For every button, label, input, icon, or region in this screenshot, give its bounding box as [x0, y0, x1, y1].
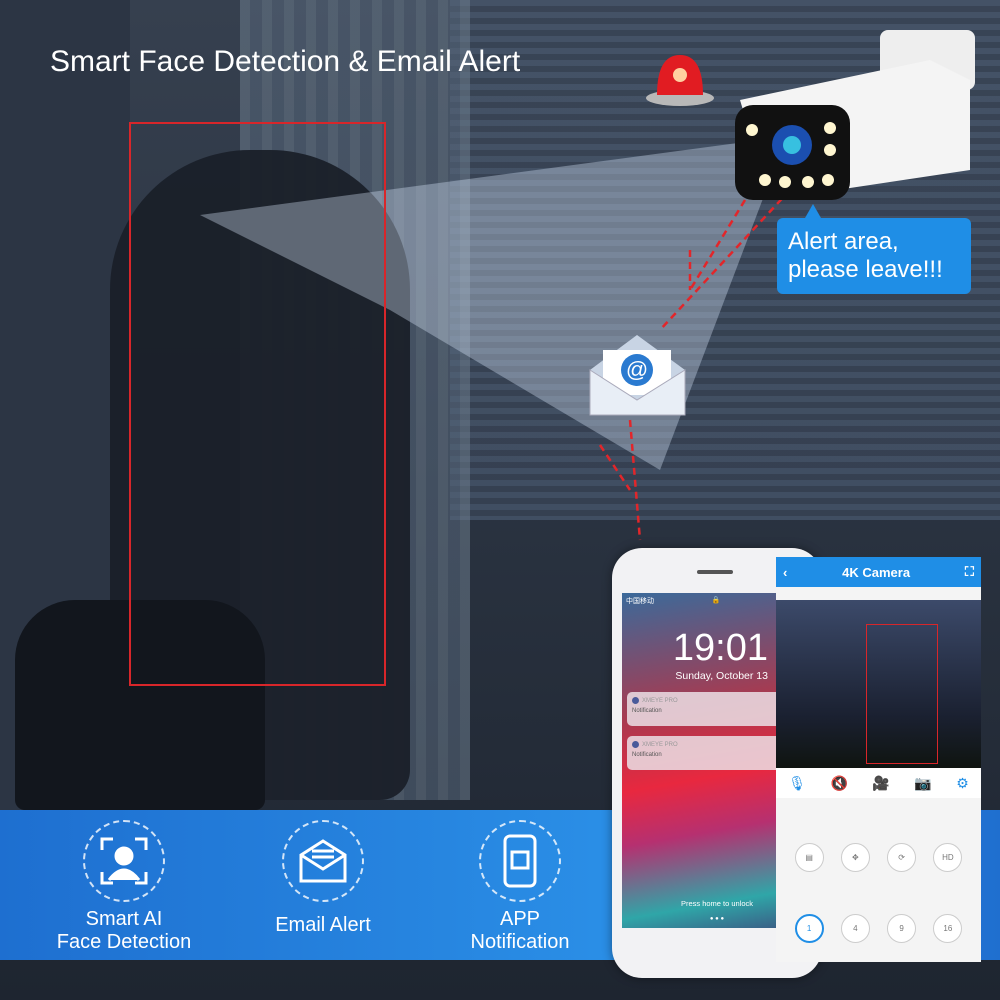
microphone-icon[interactable]: 🎙 [788, 775, 806, 792]
app-icon [632, 697, 639, 704]
app-header: ‹ 4K Camera ⛶ [776, 557, 981, 587]
lock-date: Sunday, October 13 [675, 670, 768, 682]
hd-icon[interactable]: HD [933, 843, 963, 872]
lock-screen: 中国移动 🔒 19:01 Sunday, October 13 XMEYE PRO… [622, 593, 782, 928]
feature-line-1: Email Alert [275, 914, 371, 936]
detection-box [866, 624, 938, 764]
camera-app-screen: ‹ 4K Camera ⛶ 🎙 🔇 🎥 📷 ⚙ ▤ ✥ ⟳ HD 1 4 9 1… [776, 557, 981, 962]
app-title: 4K Camera [842, 564, 911, 580]
split-9-button[interactable]: 9 [887, 914, 917, 943]
feature-line-2: Notification [470, 931, 570, 953]
settings-icon[interactable]: ⚙ [956, 775, 969, 792]
split-options: 1 4 9 16 [776, 914, 981, 943]
feature-app-notification: APP Notification [440, 820, 600, 954]
phone-speaker [697, 570, 733, 574]
video-toolbar: 🎙 🔇 🎥 📷 ⚙ [776, 768, 981, 798]
feature-face-detection: Smart AI Face Detection [44, 820, 204, 954]
tour-icon[interactable]: ⟳ [887, 843, 917, 872]
split-1-button[interactable]: 1 [794, 914, 824, 943]
bubble-line-1: Alert area, [788, 228, 899, 255]
phone-app-icon [479, 820, 561, 902]
app-icon [632, 741, 639, 748]
face-scan-icon [83, 820, 165, 902]
face-detection-box [129, 122, 386, 686]
fullscreen-icon[interactable]: ⛶ [965, 564, 974, 580]
carrier: 中国移动 [626, 598, 654, 605]
alert-speech-bubble: Alert area, please leave!!! [777, 204, 971, 294]
control-buttons: ▤ ✥ ⟳ HD [776, 843, 981, 872]
notification-card[interactable]: XMEYE PRO Notification [627, 692, 782, 726]
notification-app: XMEYE PRO [642, 697, 678, 704]
security-camera [735, 30, 975, 200]
notification-text: Notification [632, 752, 662, 758]
record-icon[interactable]: 🎥 [872, 775, 889, 792]
lock-icon: 🔒 [711, 597, 721, 604]
split-4-button[interactable]: 4 [840, 914, 870, 943]
notification-app: XMEYE PRO [642, 741, 678, 748]
feature-line-1: APP [499, 908, 541, 930]
email-icon [282, 820, 364, 902]
bubble-line-2: please leave!!! [788, 256, 943, 283]
headline: Smart Face Detection & Email Alert [50, 45, 521, 78]
siren-icon [646, 55, 714, 106]
playback-icon[interactable]: ▤ [794, 843, 824, 872]
ptz-icon[interactable]: ✥ [840, 843, 870, 872]
notification-text: Notification [632, 708, 662, 714]
email-envelope-icon: @ [589, 335, 686, 416]
page-dots: ● ● ● [709, 916, 725, 922]
svg-text:@: @ [626, 357, 648, 382]
feature-email-alert: Email Alert [243, 820, 403, 937]
feature-line-1: Smart AI [85, 908, 163, 930]
unlock-hint: Press home to unlock [680, 899, 754, 908]
feature-line-2: Face Detection [56, 931, 192, 953]
snapshot-icon[interactable]: 📷 [914, 775, 931, 792]
notification-card[interactable]: XMEYE PRO Notification [627, 736, 782, 770]
lock-time: 19:01 [672, 627, 768, 669]
split-16-button[interactable]: 16 [933, 914, 963, 943]
mute-icon[interactable]: 🔇 [830, 775, 847, 792]
back-icon[interactable]: ‹ [783, 565, 787, 580]
status-bar: 中国移动 🔒 [622, 593, 782, 609]
live-video[interactable] [776, 600, 981, 768]
